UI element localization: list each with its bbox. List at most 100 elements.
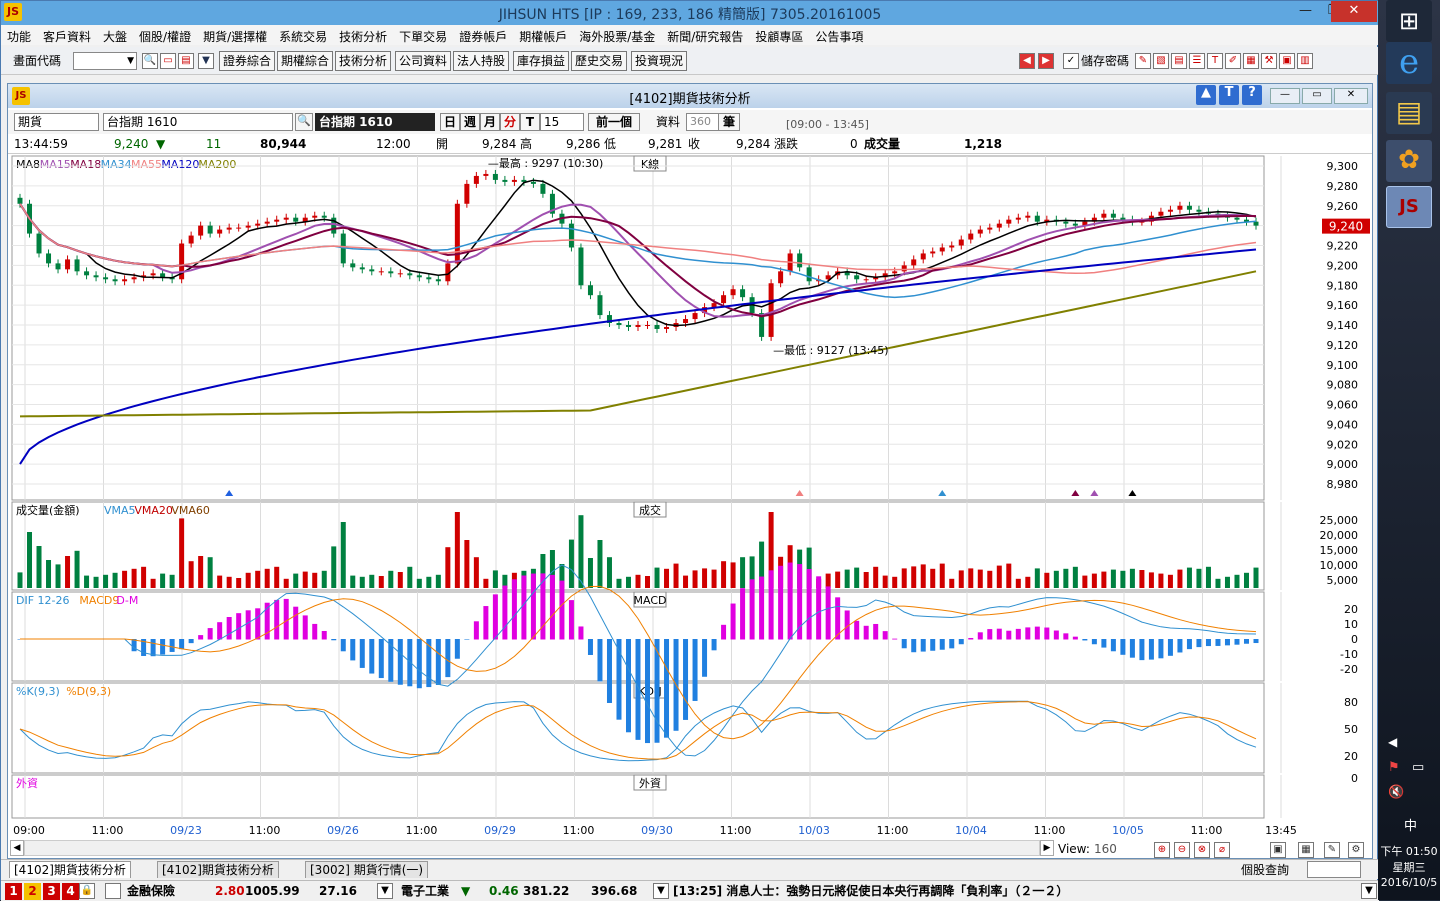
period-button-4[interactable]: T <box>520 113 540 131</box>
chart-area[interactable]: MA8 MA15 MA18 MA34 MA55 MA120MA200 K線成交量(金額) VM… <box>8 154 1372 820</box>
toolbar-button-2[interactable]: 技術分析 <box>335 51 392 71</box>
menu-item-0[interactable]: 功能 <box>1 25 37 45</box>
draw-icon[interactable]: ✐ <box>1225 53 1241 69</box>
grid-icon[interactable]: ▦ <box>1243 53 1259 69</box>
menu-item-4[interactable]: 期貨/選擇權 <box>197 25 273 45</box>
tray-network-icon[interactable]: ▭ <box>1412 760 1424 775</box>
menu-item-3[interactable]: 個股/權證 <box>133 25 197 45</box>
file-explorer-icon[interactable]: ▤ <box>1386 92 1432 134</box>
horizontal-scrollbar[interactable] <box>24 840 1040 856</box>
toolbar-button-0[interactable]: 證券綜合 <box>219 51 276 71</box>
toolbar-button-1[interactable]: 期權綜合 <box>277 51 334 71</box>
symbol-input[interactable]: 台指期 1610 <box>103 113 293 131</box>
fit-icon[interactable]: ⌀ <box>1214 842 1230 858</box>
period-button-3[interactable]: 分 <box>500 113 520 131</box>
lock-icon[interactable]: 🔒 <box>79 883 95 899</box>
quick-page-button-1[interactable]: 1 <box>5 883 22 900</box>
menu-item-9[interactable]: 期權帳戶 <box>513 25 573 45</box>
prev-button[interactable]: 前一個 <box>588 113 640 131</box>
search-symbol-icon[interactable]: 🔍 <box>295 113 313 131</box>
quick-page-button-2[interactable]: 2 <box>24 883 41 900</box>
menu-item-12[interactable]: 投顧專區 <box>749 25 809 45</box>
toolbar-button-3[interactable]: 公司資料 <box>395 51 452 71</box>
export-icon[interactable]: ▥ <box>1297 53 1313 69</box>
toolbar-button-5[interactable]: 庫存損益 <box>513 51 570 71</box>
bottom-tab-2[interactable]: [3002] 期貨行情(一) <box>305 861 429 878</box>
tray-expand-icon[interactable]: ◀ <box>1388 735 1397 749</box>
layout-icon[interactable]: ▣ <box>1270 842 1286 858</box>
status-checkbox[interactable] <box>105 883 121 899</box>
move-up-icon[interactable]: ▲ <box>1196 85 1216 105</box>
pen-icon[interactable]: ✎ <box>1135 53 1151 69</box>
minimize-button[interactable]: — <box>1291 1 1320 22</box>
tray-mute-icon[interactable]: 🔇 <box>1388 785 1404 800</box>
macd-bar-123 <box>1186 639 1192 650</box>
menu-item-8[interactable]: 證券帳戶 <box>453 25 513 45</box>
text-icon[interactable]: T <box>1207 53 1223 69</box>
period-button-1[interactable]: 週 <box>460 113 480 131</box>
tray-flag-icon[interactable]: ⚑ <box>1388 760 1400 775</box>
industry-2-dropdown-icon[interactable]: ▼ <box>653 883 669 899</box>
dropdown-icon[interactable]: ▼ <box>198 53 214 69</box>
windows-start-icon[interactable]: ⊞ <box>1386 0 1432 42</box>
close-button[interactable]: ✕ <box>1331 1 1377 22</box>
type-select[interactable]: 期貨 <box>14 113 99 131</box>
ime-indicator[interactable]: 中 <box>1404 815 1417 834</box>
bottom-tab-1[interactable]: [4102]期貨技術分析 <box>157 861 279 878</box>
save-password-checkbox[interactable]: ✓ <box>1063 53 1079 69</box>
next-arrow-icon[interactable]: ▶ <box>1038 53 1054 69</box>
menu-item-7[interactable]: 下單交易 <box>393 25 453 45</box>
screen-code-input[interactable]: ▼ <box>73 52 137 70</box>
prev-arrow-icon[interactable]: ◀ <box>1019 53 1035 69</box>
internet-explorer-icon[interactable]: e <box>1386 42 1432 84</box>
menu-item-11[interactable]: 新聞/研究報告 <box>661 25 749 45</box>
chevron-down-icon[interactable]: ▼ <box>127 53 134 69</box>
scroll-right-icon[interactable]: ▶ <box>1040 840 1054 856</box>
memo-icon[interactable]: ▤ <box>1171 53 1187 69</box>
paint-icon[interactable]: ✿ <box>1386 140 1432 182</box>
chart-icon[interactable]: ▧ <box>1153 53 1169 69</box>
clock-time[interactable]: 下午 01:50 <box>1378 843 1440 859</box>
menu-item-6[interactable]: 技術分析 <box>333 25 393 45</box>
data-count-input[interactable]: 360 <box>686 113 720 131</box>
window-icon[interactable]: ▭ <box>160 53 176 69</box>
menu-item-13[interactable]: 公告事項 <box>809 25 869 45</box>
industry-1-dropdown-icon[interactable]: ▼ <box>377 883 393 899</box>
period-button-0[interactable]: 日 <box>440 113 460 131</box>
bottom-tab-0[interactable]: [4102]期貨技術分析 <box>9 861 131 878</box>
stock-query-input[interactable] <box>1307 861 1361 878</box>
jihsun-app-icon[interactable]: JS <box>1386 186 1432 228</box>
menu-item-1[interactable]: 客戶資料 <box>37 25 97 45</box>
toolbar-button-7[interactable]: 投資現況 <box>631 51 688 71</box>
print-icon[interactable]: ▤ <box>178 53 194 69</box>
news-dropdown-icon[interactable]: ▼ <box>1361 883 1377 899</box>
search-icon[interactable]: 🔍 <box>142 53 158 69</box>
zoom-reset-icon[interactable]: ⊗ <box>1194 842 1210 858</box>
zoom-out-icon[interactable]: ⊖ <box>1174 842 1190 858</box>
quick-page-button-3[interactable]: 3 <box>43 883 60 900</box>
scroll-left-icon[interactable]: ◀ <box>10 840 24 856</box>
inner-restore-button[interactable]: ▭ <box>1302 88 1332 104</box>
news-ticker[interactable]: [13:25] 消息人士：強勢日元將促使日本央行再調降「負利率」（２一２） <box>673 882 1363 900</box>
text-mode-icon[interactable]: T <box>1219 85 1239 105</box>
tools-icon[interactable]: ⚒ <box>1261 53 1277 69</box>
draw-tool-icon[interactable]: ✎ <box>1324 842 1340 858</box>
table-icon[interactable]: ▦ <box>1298 842 1314 858</box>
list-icon[interactable]: ☰ <box>1189 53 1205 69</box>
help-icon[interactable]: ? <box>1242 85 1262 105</box>
inner-minimize-button[interactable]: — <box>1270 88 1300 104</box>
inner-close-button[interactable]: ✕ <box>1334 88 1368 104</box>
toolbar-button-6[interactable]: 歷史交易 <box>571 51 628 71</box>
period-button-2[interactable]: 月 <box>480 113 500 131</box>
settings-gear-icon[interactable]: ⚙ <box>1348 842 1364 858</box>
zoom-in-icon[interactable]: ⊕ <box>1154 842 1170 858</box>
menu-item-5[interactable]: 系統交易 <box>273 25 333 45</box>
data-unit-button[interactable]: 筆 <box>718 113 740 131</box>
view-value[interactable]: 160 <box>1094 840 1117 858</box>
minutes-select[interactable]: 15 <box>540 113 584 131</box>
calc-icon[interactable]: ▣ <box>1279 53 1295 69</box>
menu-item-2[interactable]: 大盤 <box>97 25 133 45</box>
toolbar-button-4[interactable]: 法人持股 <box>453 51 510 71</box>
menu-item-10[interactable]: 海外股票/基金 <box>573 25 661 45</box>
quick-page-button-4[interactable]: 4 <box>62 883 79 900</box>
